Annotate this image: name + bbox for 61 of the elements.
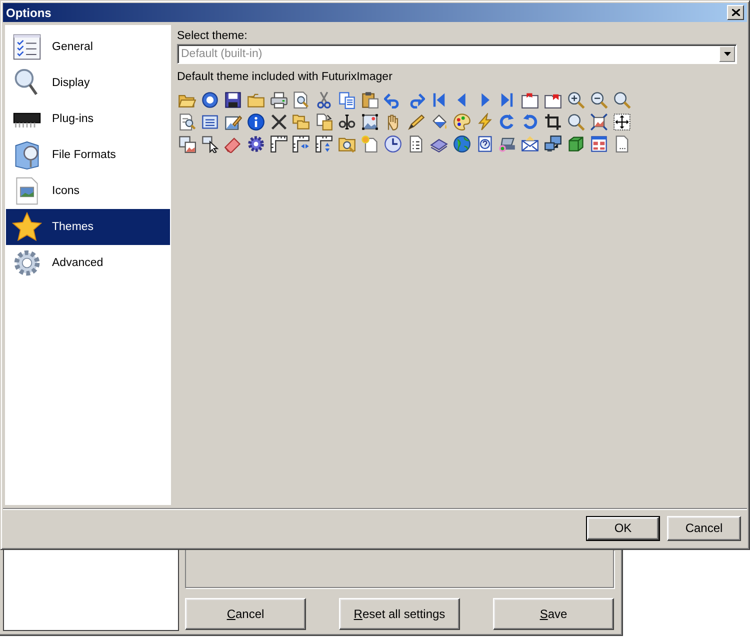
envelope-icon: [521, 135, 540, 153]
window-title: Options: [6, 6, 52, 20]
page-magnifier-icon: [292, 91, 310, 109]
cross-icon: [270, 113, 288, 131]
pencil-icon: [406, 113, 425, 131]
page-magnifier-icon: [178, 113, 196, 131]
search-icon: [567, 113, 586, 131]
cursor-icon: [200, 135, 219, 153]
ring-icon: [200, 91, 219, 109]
star-icon: [12, 212, 42, 242]
image-frame-icon: [361, 113, 380, 131]
lightning-icon: [476, 113, 494, 131]
paint-bucket-icon: [430, 113, 448, 131]
theme-description: Default theme included with FuturixImager: [177, 70, 394, 84]
image-swap-icon: [178, 135, 196, 153]
clock-icon: [384, 135, 402, 153]
folder-icon: [246, 91, 265, 109]
text-cursor-icon: [338, 113, 356, 131]
help-page-icon: [476, 135, 494, 153]
copy-icon: [338, 91, 356, 109]
rotate-left-icon: [521, 113, 540, 131]
folder-magnifier-icon: [338, 135, 356, 153]
info-icon: [246, 113, 265, 131]
image-pencil-icon: [224, 113, 242, 131]
ruler-arrows-icon: [292, 135, 310, 153]
cancel-button[interactable]: Cancel: [667, 516, 741, 540]
expand-arrows-icon: [612, 113, 631, 131]
printer-icon: [270, 91, 288, 109]
window-icon: [200, 113, 219, 131]
list-box[interactable]: [3, 550, 179, 631]
clipboard-icon: [361, 91, 380, 109]
save-button[interactable]: Save: [493, 598, 614, 630]
fit-image-icon: [590, 113, 608, 131]
cube-icon: [567, 135, 586, 153]
close-icon: [732, 9, 740, 16]
checklist-icon: [12, 32, 42, 62]
folders-icon: [292, 113, 310, 131]
grid-window-icon: [590, 135, 608, 153]
ruler-icon: [270, 135, 288, 153]
palette-icon: [452, 113, 471, 131]
scanner-icon: [498, 135, 516, 153]
ruler-arrows-icon: [315, 135, 334, 153]
gear-icon: [246, 135, 265, 153]
search-icon: [612, 91, 631, 109]
network-computers-icon: [544, 135, 562, 153]
reset-button[interactable]: Reset all settings: [339, 598, 460, 630]
sidebar-item[interactable]: Themes: [6, 209, 170, 245]
scissors-icon: [315, 91, 334, 109]
eraser-icon: [224, 135, 242, 153]
crop-icon: [544, 113, 562, 131]
close-button[interactable]: [727, 5, 744, 20]
new-page-icon: [361, 135, 380, 153]
ok-button[interactable]: OK: [586, 516, 660, 540]
theme-label: Select theme:: [177, 29, 248, 43]
dropdown-arrow-icon: [724, 52, 730, 56]
zoom-in-icon: [567, 91, 586, 109]
zoom-out-icon: [590, 91, 608, 109]
rotate-right-icon: [498, 113, 516, 131]
gear-icon: [12, 248, 42, 278]
cancel-button[interactable]: Cancel: [185, 598, 306, 630]
globe-icon: [452, 135, 471, 153]
